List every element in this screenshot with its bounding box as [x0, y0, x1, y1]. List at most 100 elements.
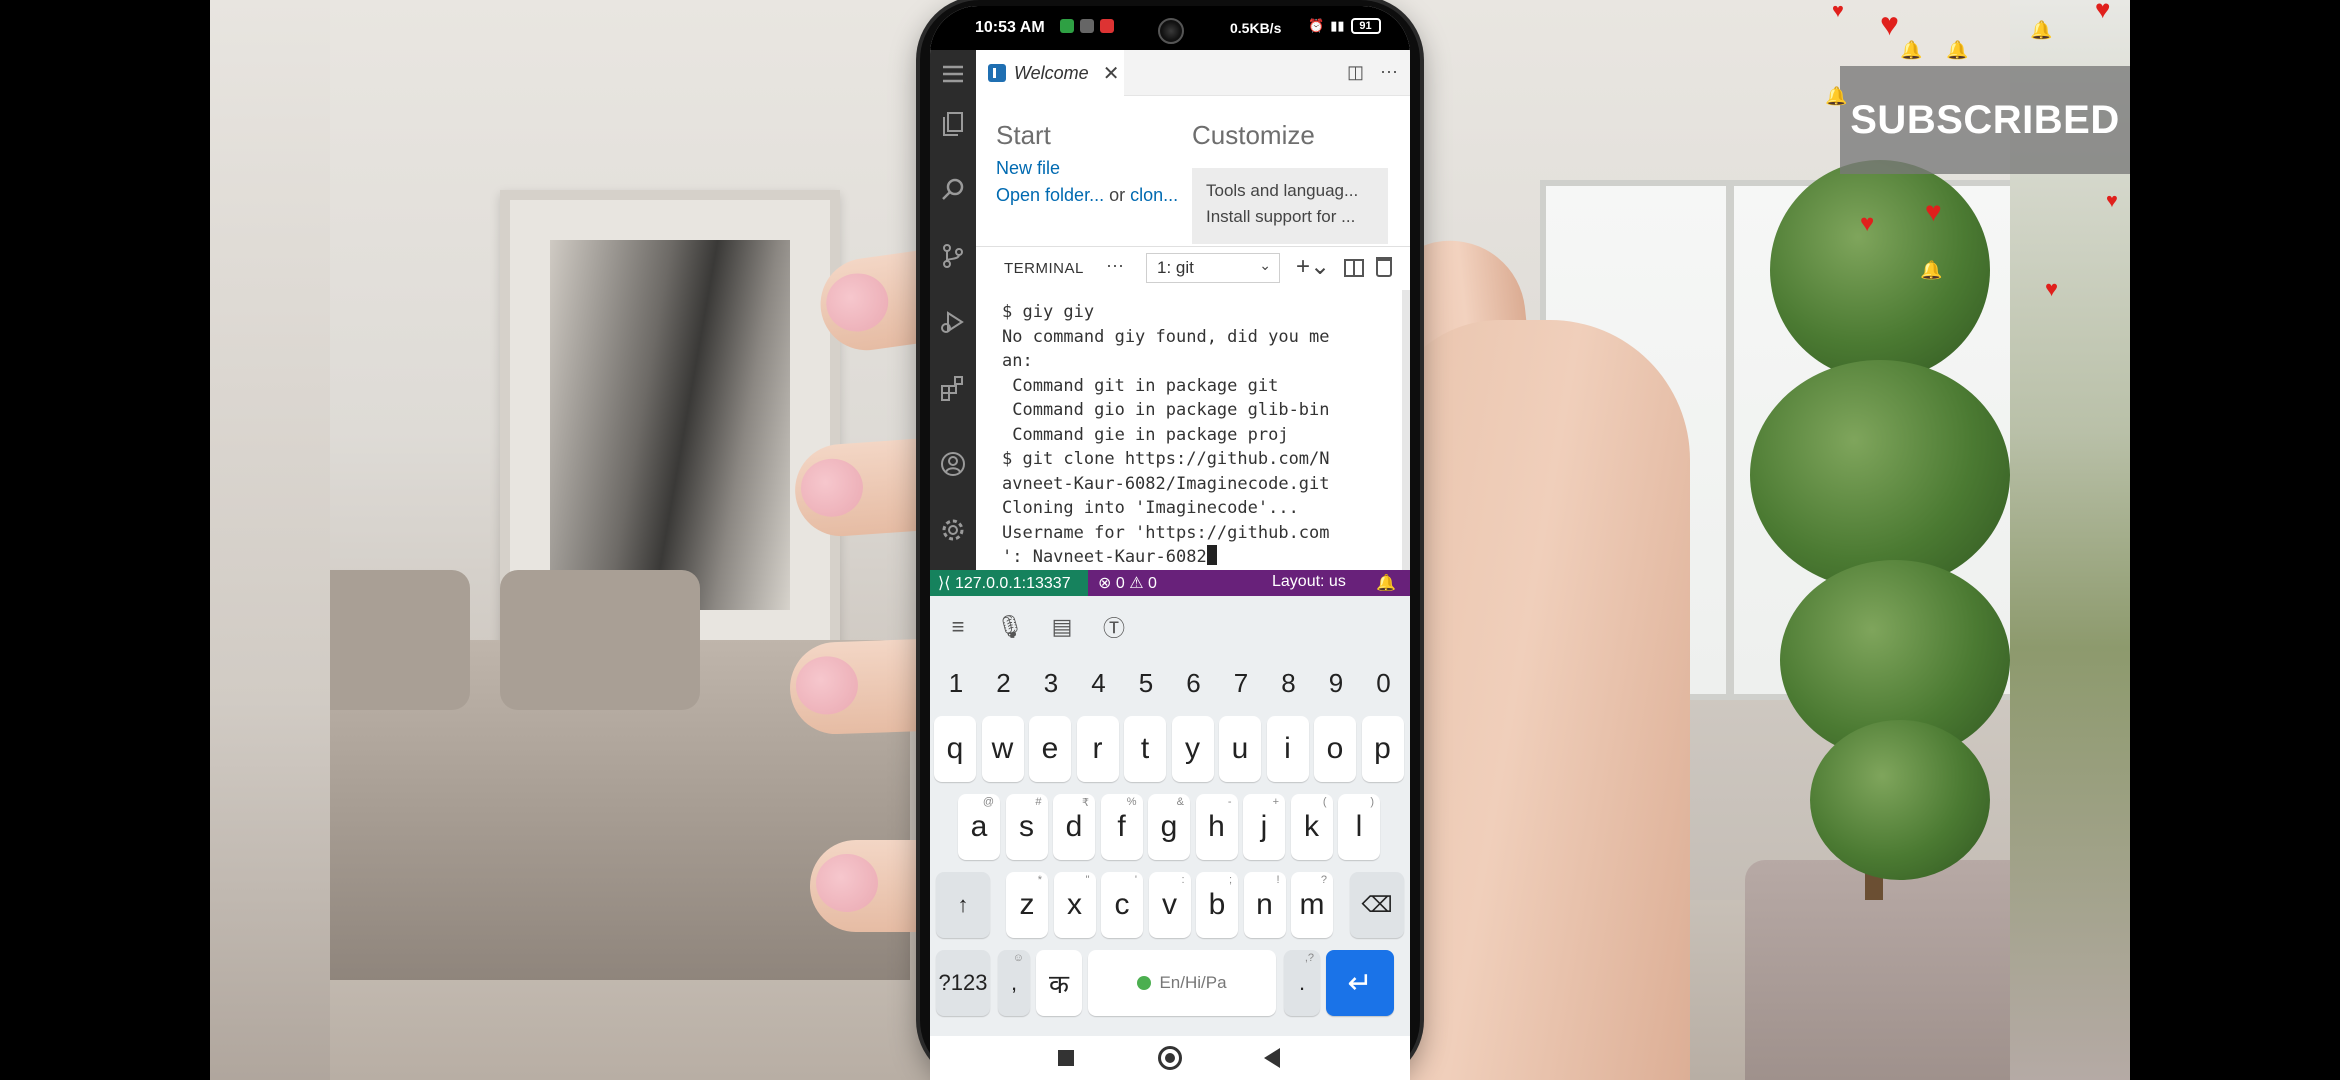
trash-icon[interactable]	[1376, 257, 1392, 277]
remote-address: 127.0.0.1:13337	[954, 575, 1071, 592]
letter-key[interactable]: o	[1314, 716, 1356, 782]
letter-key[interactable]: -h	[1195, 794, 1238, 860]
left-side-strip	[210, 0, 330, 1080]
tab-terminal[interactable]: TERMINAL	[1004, 260, 1084, 277]
letter-key[interactable]: @ a	[958, 794, 1000, 860]
settings-gear-icon[interactable]	[939, 516, 967, 544]
letter-key[interactable]: ) l	[1338, 794, 1380, 860]
bell-icon: 🔔	[1946, 40, 1969, 60]
battery-icon: 91	[1350, 18, 1381, 34]
spacebar[interactable]: En/Hi/Pa	[1088, 950, 1276, 1016]
number-key[interactable]: 2	[982, 658, 1026, 708]
customize-heading: Customize	[1192, 120, 1315, 150]
period-key[interactable]: ,?.	[1284, 950, 1320, 1016]
clone-link[interactable]: clon...	[1130, 185, 1178, 205]
tab-label: Welcome	[1014, 62, 1089, 83]
key-label: t	[1140, 732, 1150, 765]
comma-key[interactable]: ☺,	[998, 950, 1030, 1016]
number-key[interactable]: 0	[1362, 658, 1406, 708]
enter-key[interactable]: ↵	[1326, 950, 1394, 1016]
close-icon[interactable]: ✕	[1103, 61, 1120, 86]
microphone-icon[interactable]: 🎙	[996, 614, 1024, 639]
clipboard-icon[interactable]: ▤	[1050, 614, 1074, 639]
run-debug-icon[interactable]	[939, 308, 967, 336]
letter-key[interactable]: u	[1219, 716, 1261, 782]
back-button[interactable]	[1264, 1048, 1280, 1068]
letter-key[interactable]: % f	[1100, 794, 1143, 860]
notifications-bell-icon[interactable]: 🔔	[1376, 573, 1396, 593]
letter-key[interactable]: " x	[1053, 872, 1096, 938]
keyboard-row-3: ↑ ⌫ * z " x ' c: v; b! n? m	[930, 872, 1410, 942]
symbols-key[interactable]: ?123	[936, 950, 990, 1016]
letter-key[interactable]: (k	[1290, 794, 1333, 860]
letter-key[interactable]: :v	[1148, 872, 1191, 938]
keyboard-row-2: @ a # s ₹ d% f & g - h + j(k) l	[930, 794, 1410, 864]
number-key[interactable]: 6	[1172, 658, 1216, 708]
letter-key[interactable]: i	[1266, 716, 1309, 782]
letter-key[interactable]: & g	[1148, 794, 1190, 860]
letter-key[interactable]: w	[981, 716, 1024, 782]
account-icon[interactable]	[939, 450, 967, 478]
home-button[interactable]	[1158, 1046, 1182, 1070]
terminal-line: Command gio in package glib-bin	[1002, 400, 1330, 420]
letter-key[interactable]: * z	[1006, 872, 1048, 938]
terminal-output[interactable]: $ giy giy No command giy found, did you …	[976, 290, 1410, 570]
extensions-icon[interactable]	[939, 374, 967, 402]
letter-key[interactable]: e	[1029, 716, 1071, 782]
letter-key[interactable]: q	[934, 716, 976, 782]
key-label: y	[1185, 732, 1200, 765]
remote-indicator[interactable]: ⟩⟨ 127.0.0.1:13337	[930, 570, 1088, 596]
key-hint: %	[1126, 796, 1137, 808]
terminal-select[interactable]: 1: git ⌄	[1146, 253, 1280, 283]
tools-languages-card[interactable]: Tools and languag... Install support for…	[1192, 168, 1388, 244]
new-terminal-plus-icon[interactable]: +⌄	[1296, 252, 1330, 281]
letter-key[interactable]: r	[1076, 716, 1119, 782]
number-key[interactable]: 4	[1077, 658, 1121, 708]
number-key[interactable]: 3	[1029, 658, 1073, 708]
new-file-link[interactable]: New file	[996, 158, 1060, 179]
key-label: p	[1374, 732, 1391, 765]
text-format-icon[interactable]: Ⓣ	[1102, 615, 1126, 641]
key-label: c	[1114, 888, 1130, 921]
menu-icon[interactable]	[939, 60, 967, 88]
number-key[interactable]: 9	[1314, 658, 1358, 708]
letter-key[interactable]: t	[1124, 716, 1166, 782]
terminal-line: No command giy found, did you me	[1002, 326, 1330, 347]
problems-indicator[interactable]: ⊗ 0 ⚠ 0	[1098, 573, 1157, 593]
number-key[interactable]: 8	[1267, 658, 1311, 708]
source-control-icon[interactable]	[939, 242, 967, 270]
letter-key[interactable]: ! n	[1243, 872, 1286, 938]
keyboard-menu-icon[interactable]: ≡	[946, 614, 970, 639]
more-actions-icon[interactable]: ⋯	[1380, 62, 1398, 83]
keyboard-layout-indicator[interactable]: Layout: us	[1272, 573, 1346, 591]
split-terminal-icon[interactable]	[1344, 259, 1364, 277]
key-label: d	[1065, 810, 1083, 843]
open-folder-link[interactable]: Open folder...	[996, 185, 1104, 205]
letter-key[interactable]: ; b	[1196, 872, 1238, 938]
language-key[interactable]: क	[1036, 950, 1082, 1016]
split-editor-icon[interactable]: ◫	[1347, 62, 1364, 83]
search-icon[interactable]	[939, 176, 967, 204]
letter-key[interactable]: p	[1361, 716, 1404, 782]
tab-welcome[interactable]: Welcome ✕	[976, 50, 1124, 96]
number-key[interactable]: 5	[1124, 658, 1168, 708]
letter-key[interactable]: y	[1171, 716, 1214, 782]
letter-key[interactable]: + j	[1243, 794, 1285, 860]
letter-key[interactable]: ' c	[1101, 872, 1143, 938]
letter-key[interactable]: ? m	[1291, 872, 1333, 938]
explorer-icon[interactable]	[939, 110, 967, 138]
backspace-key[interactable]: ⌫	[1350, 872, 1404, 938]
shift-key[interactable]: ↑	[936, 872, 990, 938]
letter-key[interactable]: ₹ d	[1053, 794, 1095, 860]
terminal-line: Cloning into 'Imaginecode'...	[1002, 498, 1299, 518]
number-key[interactable]: 1	[934, 658, 978, 708]
recents-button[interactable]	[1058, 1050, 1074, 1066]
letter-key[interactable]: # s	[1005, 794, 1048, 860]
key-label: f	[1117, 810, 1126, 843]
emoji-hint: ☺	[1012, 952, 1024, 964]
key-label: e	[1041, 732, 1059, 765]
heart-icon: ♥	[2106, 190, 2118, 212]
number-key[interactable]: 7	[1219, 658, 1263, 708]
more-icon[interactable]: ···	[1106, 255, 1124, 276]
terminal-scrollbar[interactable]	[1402, 290, 1410, 570]
